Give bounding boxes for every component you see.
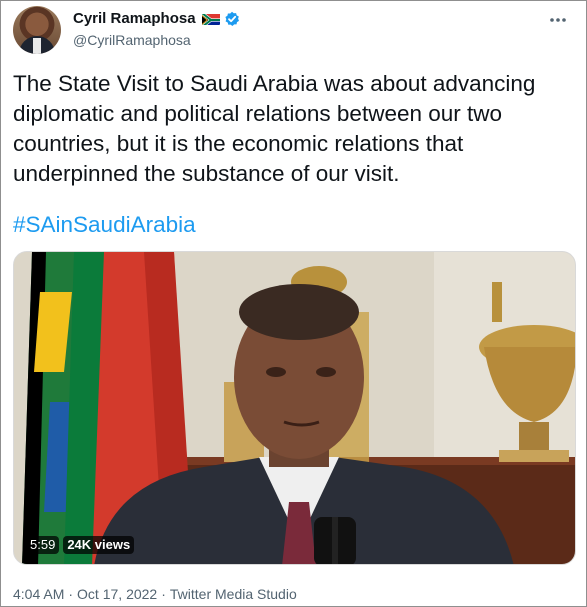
meta-separator: ·: [68, 586, 74, 602]
video-media[interactable]: 5:59 24K views: [13, 251, 576, 565]
verified-badge-icon: [224, 11, 240, 27]
video-thumbnail: [14, 252, 575, 564]
tweet-date[interactable]: Oct 17, 2022: [77, 585, 157, 603]
tweet-card: Cyril Ramaphosa @CyrilRamaphosa The Stat…: [0, 0, 587, 607]
tweet-source[interactable]: Twitter Media Studio: [170, 585, 297, 603]
hashtag-link[interactable]: #SAinSaudiArabia: [13, 211, 196, 239]
author-avatar[interactable]: [13, 6, 61, 54]
author-name-row: Cyril Ramaphosa: [73, 10, 240, 28]
tweet-text: The State Visit to Saudi Arabia was abou…: [13, 71, 536, 186]
meta-separator: ·: [161, 586, 166, 602]
tweet-metadata: 4:04 AM · Oct 17, 2022 · Twitter Media S…: [13, 585, 297, 603]
author-name[interactable]: Cyril Ramaphosa: [73, 10, 196, 28]
south-africa-flag-icon: [201, 13, 220, 25]
video-views-badge: 24K views: [63, 536, 135, 554]
more-options-icon[interactable]: [548, 10, 568, 33]
avatar-shirt: [33, 38, 41, 54]
video-duration-badge: 5:59: [26, 536, 60, 554]
video-overlay-badges: 5:59 24K views: [26, 536, 135, 554]
author-handle[interactable]: @CyrilRamaphosa: [73, 31, 191, 49]
tweet-time[interactable]: 4:04 AM: [13, 585, 64, 603]
